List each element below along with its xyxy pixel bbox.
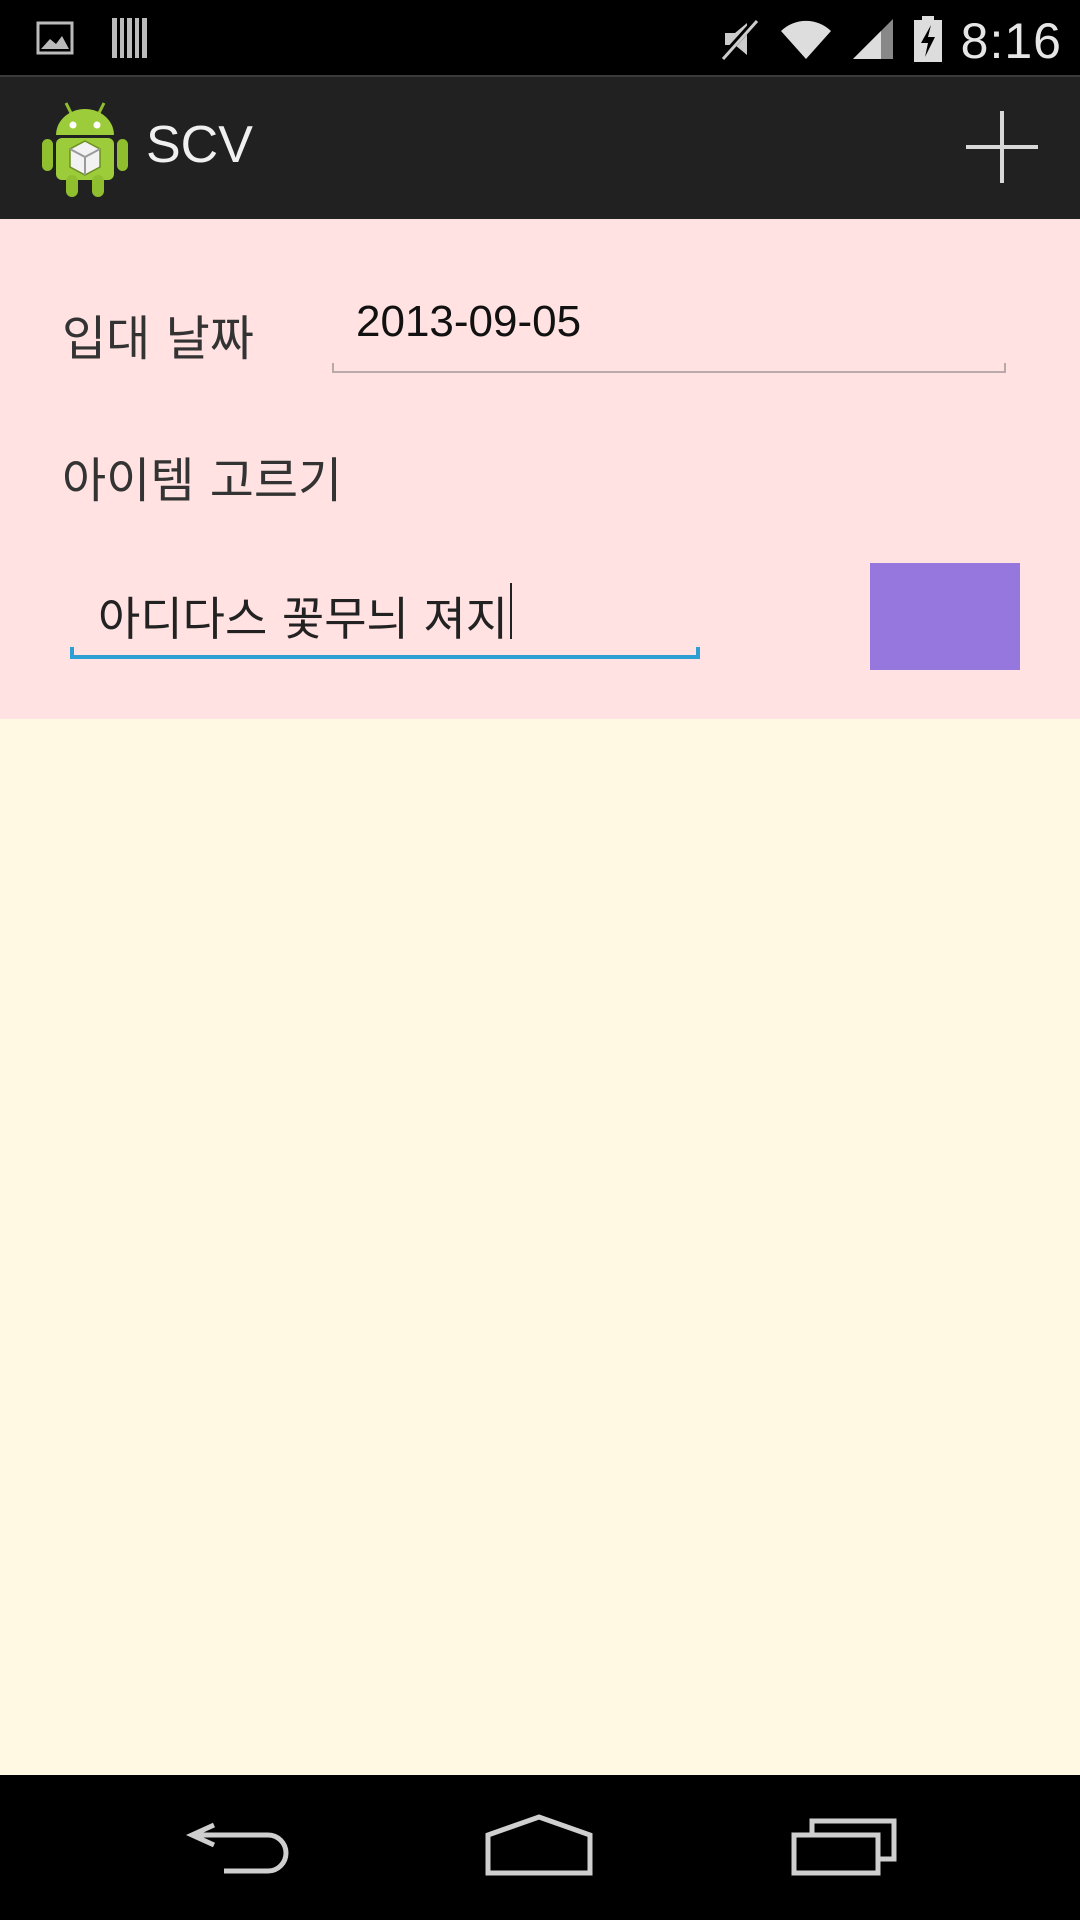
- date-field[interactable]: 2013-09-05: [332, 297, 1006, 373]
- battery-charging-icon: [913, 15, 943, 67]
- wifi-icon: [779, 17, 833, 65]
- recent-apps-icon: [791, 1818, 897, 1876]
- plus-icon: [966, 111, 1038, 183]
- app-title: SCV: [146, 116, 253, 174]
- status-bar: 8:16: [0, 0, 1080, 75]
- item-underline-tick-right: [696, 647, 700, 659]
- signal-icon: [851, 17, 895, 65]
- clock: 8:16: [960, 13, 1062, 69]
- color-swatch-button[interactable]: [870, 563, 1020, 670]
- date-value: 2013-09-05: [356, 297, 582, 346]
- item-input[interactable]: 아디다스 꽃무늬 져지: [70, 575, 700, 659]
- action-bar: SCV: [0, 75, 1080, 221]
- barcode-icon: [110, 16, 150, 64]
- home-icon: [485, 1814, 593, 1876]
- item-underline-tick-left: [70, 647, 74, 659]
- recent-apps-button[interactable]: [790, 1811, 900, 1881]
- date-underline-tick-left: [332, 363, 334, 373]
- image-notification-icon: [36, 19, 74, 61]
- date-underline-tick-right: [1004, 363, 1006, 373]
- date-underline: [332, 371, 1006, 373]
- item-input-underline: [70, 655, 700, 659]
- add-button[interactable]: [962, 107, 1042, 187]
- text-caret: [510, 583, 512, 639]
- item-label: 아이템 고르기: [62, 453, 343, 509]
- navigation-bar: [0, 1775, 1080, 1920]
- date-label: 입대 날짜: [62, 311, 254, 367]
- back-icon: [185, 1822, 289, 1874]
- home-button[interactable]: [484, 1811, 594, 1881]
- back-button[interactable]: [184, 1811, 294, 1881]
- item-input-value: 아디다스 꽃무늬 져지: [98, 592, 509, 646]
- android-app-icon: [40, 99, 130, 199]
- form-panel: 입대 날짜 2013-09-05 아이템 고르기 아디다스 꽃무늬 져지: [0, 219, 1080, 719]
- muted-icon: [717, 15, 761, 67]
